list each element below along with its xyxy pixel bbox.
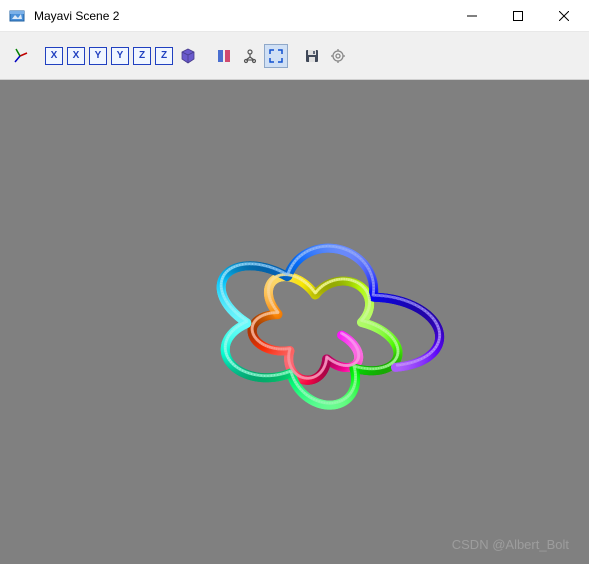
plot3d-visualization bbox=[85, 132, 505, 512]
settings-button[interactable] bbox=[326, 44, 350, 68]
app-icon bbox=[8, 7, 26, 25]
scene-viewport[interactable]: CSDN @Albert_Bolt bbox=[0, 80, 589, 564]
window-title: Mayavi Scene 2 bbox=[32, 9, 449, 23]
titlebar: Mayavi Scene 2 bbox=[0, 0, 589, 32]
view-z-plus-button[interactable]: Z bbox=[133, 47, 151, 65]
window-controls bbox=[449, 0, 587, 31]
view-x-plus-button[interactable]: X bbox=[45, 47, 63, 65]
isometric-view-button[interactable] bbox=[176, 44, 200, 68]
fullscreen-button[interactable] bbox=[264, 44, 288, 68]
save-button[interactable] bbox=[300, 44, 324, 68]
view-y-minus-button[interactable]: Y bbox=[111, 47, 129, 65]
view-y-plus-button[interactable]: Y bbox=[89, 47, 107, 65]
view-z-minus-button[interactable]: Z bbox=[155, 47, 173, 65]
view-axes-icon[interactable] bbox=[8, 44, 32, 68]
pipeline-button[interactable] bbox=[238, 44, 262, 68]
maximize-button[interactable] bbox=[495, 0, 541, 32]
parallel-projection-button[interactable] bbox=[212, 44, 236, 68]
close-button[interactable] bbox=[541, 0, 587, 32]
toolbar: X X Y Y Z Z bbox=[0, 32, 589, 80]
watermark-text: CSDN @Albert_Bolt bbox=[452, 537, 569, 552]
minimize-button[interactable] bbox=[449, 0, 495, 32]
view-x-minus-button[interactable]: X bbox=[67, 47, 85, 65]
